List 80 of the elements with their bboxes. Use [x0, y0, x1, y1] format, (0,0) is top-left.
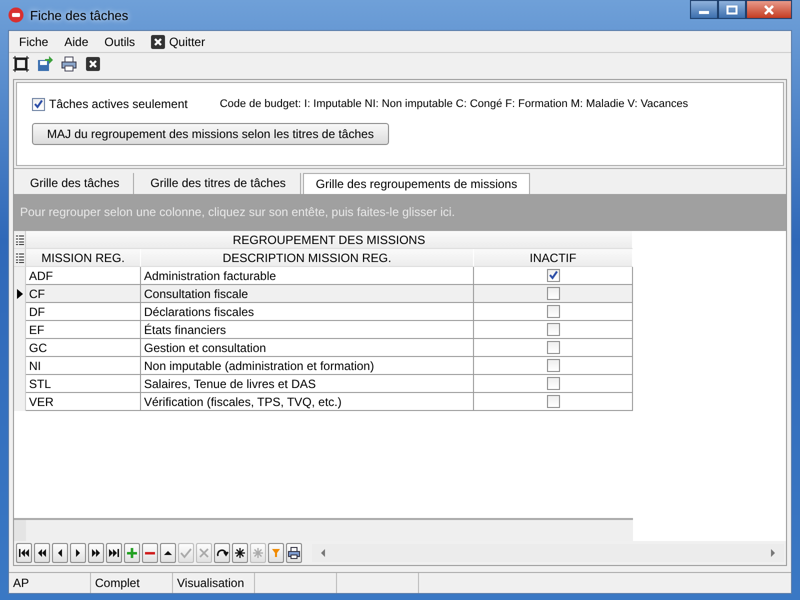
table-cell: Non imputable (administration et formation) [141, 357, 474, 375]
table-cell: Gestion et consultation [141, 339, 474, 357]
current-row-icon [16, 289, 22, 299]
nav-delete-button[interactable] [142, 543, 158, 563]
filter-icon [269, 546, 283, 560]
print-icon [287, 546, 301, 560]
menu-item[interactable]: Quitter [145, 34, 212, 48]
asterisk-icon [233, 546, 247, 560]
horizontal-scrollbar[interactable] [312, 544, 784, 562]
cross-icon [197, 546, 211, 560]
minimize-button[interactable] [690, 0, 718, 19]
menu-item[interactable]: Fiche [13, 34, 54, 48]
table-row[interactable]: NI Non imputable (administration et formation) [14, 357, 633, 375]
nav-prev-page-button[interactable] [34, 543, 50, 563]
table-row[interactable]: EF États financiers [14, 321, 633, 339]
table-cell: DF [26, 303, 141, 321]
app-logo-icon [8, 7, 24, 23]
column-chooser-icon[interactable] [14, 249, 26, 267]
nav-edit-button[interactable] [160, 543, 176, 563]
nav-next-button[interactable] [70, 543, 86, 563]
table-cell: GC [26, 339, 141, 357]
table-cell: Consultation fiscale [141, 285, 474, 303]
maximize-button[interactable] [718, 0, 746, 19]
close-icon [763, 4, 775, 14]
table-cell: Déclarations fiscales [141, 303, 474, 321]
table-cell: Vérification (fiscales, TPS, TVQ, etc.) [141, 393, 474, 411]
row-indicator [14, 267, 26, 285]
print-icon[interactable] [61, 56, 77, 72]
save-export-icon[interactable] [37, 56, 53, 72]
scroll-right-icon[interactable] [770, 548, 776, 558]
checkmark-icon [179, 546, 193, 560]
table-row[interactable]: STL Salaires, Tenue de livres et DAS [14, 375, 633, 393]
double-right-arrow-icon [89, 546, 103, 560]
status-panel: Complet [91, 573, 173, 593]
band-header: REGROUPEMENT DES MISSIONS [26, 231, 633, 249]
table-cell: NI [26, 357, 141, 375]
table-cell: États financiers [141, 321, 474, 339]
fit-frame-icon[interactable] [13, 56, 29, 72]
column-header[interactable]: DESCRIPTION MISSION REG. [141, 249, 474, 267]
table-row[interactable]: GC Gestion et consultation [14, 339, 633, 357]
asterisk-icon [251, 546, 265, 560]
close-icon [151, 34, 166, 48]
table-cell: Salaires, Tenue de livres et DAS [141, 375, 474, 393]
window-title: Fiche des tâches [30, 8, 128, 22]
nav-last-button[interactable] [106, 543, 122, 563]
nav-bookmark-button[interactable] [232, 543, 248, 563]
status-panel: AP [9, 573, 91, 593]
table-row[interactable]: DF Déclarations fiscales [14, 303, 633, 321]
table-cell: VER [26, 393, 141, 411]
nav-first-button[interactable] [16, 543, 32, 563]
close-button[interactable] [746, 0, 792, 19]
table-row[interactable]: CF Consultation fiscale [14, 285, 633, 303]
active-only-checkbox[interactable]: Tâches actives seulement [32, 97, 188, 111]
nav-refresh-button[interactable] [214, 543, 230, 563]
table-cell: EF [26, 321, 141, 339]
budget-legend: Code de budget: I: Imputable NI: Non imputable C: Congé F: Formation M: Maladie V: Vacances [220, 98, 688, 110]
maximize-icon [726, 4, 738, 14]
column-header[interactable]: INACTIF [474, 249, 633, 267]
table-cell: STL [26, 375, 141, 393]
minimize-icon [699, 11, 709, 14]
skip-first-icon [17, 546, 31, 560]
column-chooser-icon[interactable] [14, 231, 26, 249]
skip-last-icon [107, 546, 121, 560]
close-icon[interactable] [85, 56, 101, 72]
nav-print-button[interactable] [286, 543, 302, 563]
checkbox-icon[interactable] [32, 98, 45, 110]
group-hint: Pour regrouper selon une colonne, cliquez sur son entête, puis faites-le glisser ici. [20, 205, 455, 219]
table-row[interactable]: VER Vérification (fiscales, TPS, TVQ, etc.) [14, 393, 633, 411]
column-header[interactable]: MISSION REG. [26, 249, 141, 267]
menu-item[interactable]: Outils [98, 34, 142, 48]
scroll-left-icon[interactable] [320, 548, 326, 558]
update-button[interactable]: MAJ du regroupement des missions selon les titres de tâches [32, 123, 389, 145]
tab[interactable]: Grille des regroupements de missions [302, 173, 530, 194]
nav-prev-button[interactable] [52, 543, 68, 563]
nav-next-page-button[interactable] [88, 543, 104, 563]
table-cell: CF [26, 285, 141, 303]
plus-icon [125, 546, 139, 560]
menu-item[interactable]: Aide [58, 34, 94, 48]
row-indicator [14, 393, 26, 411]
status-panel: Visualisation [173, 573, 255, 593]
